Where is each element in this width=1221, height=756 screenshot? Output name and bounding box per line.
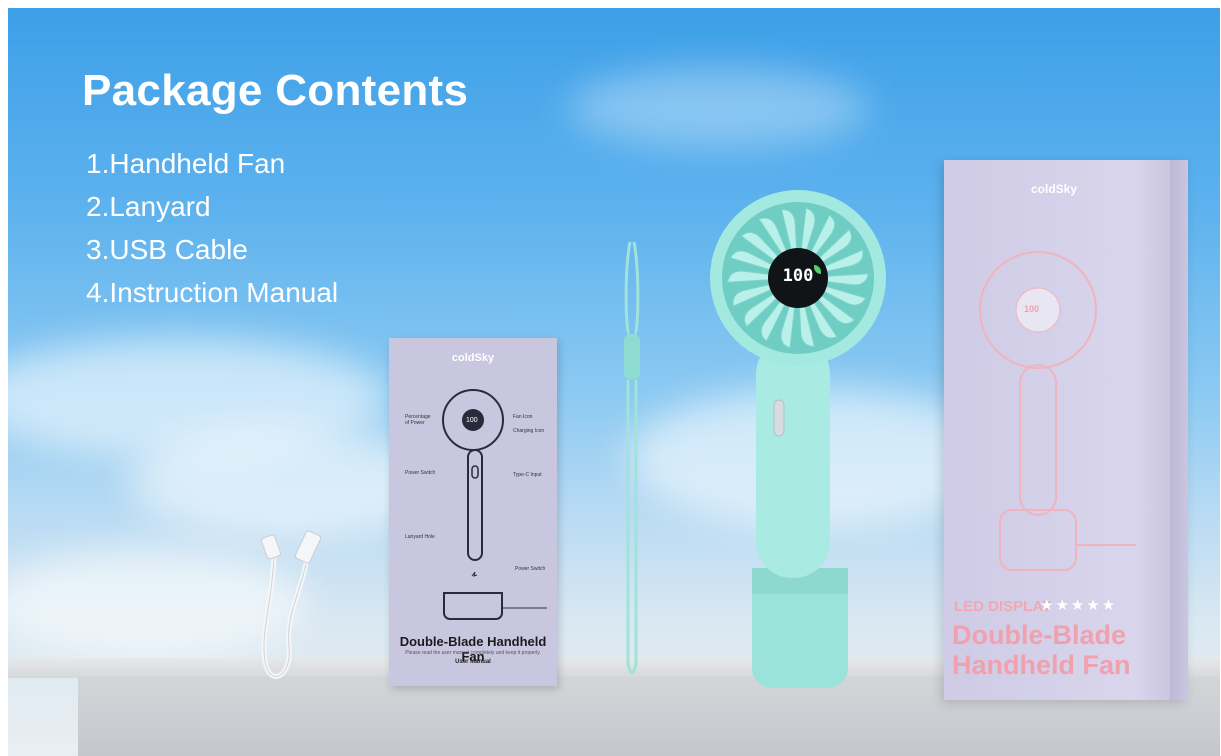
box-title-line2: Handheld Fan xyxy=(952,650,1131,680)
fan-diagram xyxy=(442,389,547,620)
box-fan-illustration xyxy=(979,251,1136,571)
label-lanyard-hole: Lanyard Hole xyxy=(405,534,435,540)
instruction-manual: coldSky Percentage of Power Fan Icon Cha… xyxy=(389,338,557,686)
contents-list: 1.Handheld Fan 2.Lanyard 3.USB Cable 4.I… xyxy=(86,150,338,322)
label-charging-icon: Charging Icon xyxy=(513,428,545,434)
box-led-label: LED DISPLAY xyxy=(954,598,1052,615)
label-fan-icon: Fan Icon xyxy=(513,414,533,420)
manual-subtitle: User Manual xyxy=(455,659,491,665)
box-title-line1: Double-Blade xyxy=(952,620,1127,650)
box-display-readout: 100 xyxy=(1024,304,1040,314)
handheld-fan-image xyxy=(710,190,886,688)
label-type-c: Type-C Input xyxy=(513,472,542,478)
page-title: Package Contents xyxy=(82,66,469,115)
label-power-switch-2: Power Switch xyxy=(515,566,546,572)
cloud xyxy=(568,68,868,148)
box-side-panel xyxy=(1170,160,1188,700)
manual-note: Please read the user manual completely a… xyxy=(405,650,541,656)
usb-cable-image xyxy=(261,530,322,679)
rating-stars: ★★★★★ xyxy=(1040,597,1118,614)
product-box: coldSky 100 LED DISPLAY ★★★★★ Double-Bla… xyxy=(944,160,1188,700)
list-item: 3.USB Cable xyxy=(86,234,248,265)
manual-display-readout: 100 xyxy=(466,417,478,424)
fan-display-readout: 100 xyxy=(782,266,814,286)
label-power-switch: Power Switch xyxy=(405,470,436,476)
list-item: 4.Instruction Manual xyxy=(86,277,339,308)
product-scene: Package Contents 1.Handheld Fan 2.Lanyar… xyxy=(8,8,1220,756)
list-item: 2.Lanyard xyxy=(86,191,211,222)
label-percentage: Percentage of Power xyxy=(405,414,431,426)
lanyard-image xyxy=(624,241,640,675)
list-item: 1.Handheld Fan xyxy=(86,148,286,179)
